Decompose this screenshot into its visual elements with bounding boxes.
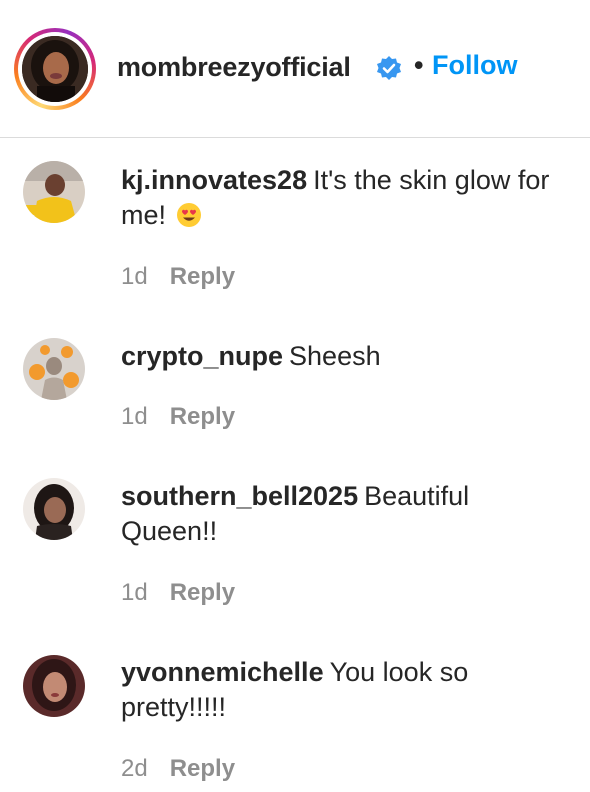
story-ring[interactable] <box>14 28 96 110</box>
comment-text: crypto_nupe Sheesh <box>121 339 561 374</box>
commenter-avatar-image <box>23 655 85 717</box>
comment-username[interactable]: crypto_nupe <box>121 341 283 371</box>
comment-username[interactable]: yvonnemichelle <box>121 657 324 687</box>
owner-avatar-image <box>22 36 88 102</box>
reply-button[interactable]: Reply <box>170 579 235 607</box>
commenter-avatar[interactable] <box>23 161 85 223</box>
comment-text: kj.innovates28 It's the skin glow for me! <box>121 163 561 233</box>
header-separator: • <box>414 50 424 80</box>
comment-timestamp: 1d <box>121 579 148 606</box>
comment-meta: 1d Reply <box>121 579 235 607</box>
commenter-avatar-image <box>23 478 85 540</box>
comment-text: southern_bell2025 Beautiful Queen!! <box>121 479 561 549</box>
commenter-avatar[interactable] <box>23 478 85 540</box>
reply-button[interactable]: Reply <box>170 755 235 783</box>
verified-badge-icon <box>377 56 401 80</box>
comment-body: Sheesh <box>289 341 381 371</box>
owner-username[interactable]: mombreezyofficial <box>117 52 351 83</box>
post-header: mombreezyofficial • Follow <box>0 0 590 138</box>
follow-button[interactable]: Follow <box>432 50 517 81</box>
comment-username[interactable]: kj.innovates28 <box>121 165 307 195</box>
reply-button[interactable]: Reply <box>170 403 235 431</box>
comment-meta: 1d Reply <box>121 403 235 431</box>
comment-username[interactable]: southern_bell2025 <box>121 481 358 511</box>
story-ring-inner <box>18 32 92 106</box>
comment-timestamp: 1d <box>121 403 148 430</box>
commenter-avatar-image <box>23 338 85 400</box>
commenter-avatar[interactable] <box>23 655 85 717</box>
comment-text: yvonnemichelle You look so pretty!!!!! <box>121 655 561 725</box>
comment-timestamp: 1d <box>121 263 148 290</box>
comment-meta: 2d Reply <box>121 755 235 783</box>
owner-avatar[interactable] <box>22 36 88 102</box>
comment-meta: 1d Reply <box>121 263 235 291</box>
reply-button[interactable]: Reply <box>170 263 235 291</box>
heart-eyes-emoji-icon <box>176 203 201 227</box>
commenter-avatar[interactable] <box>23 338 85 400</box>
comment-timestamp: 2d <box>121 755 148 782</box>
commenter-avatar-image <box>23 161 85 223</box>
